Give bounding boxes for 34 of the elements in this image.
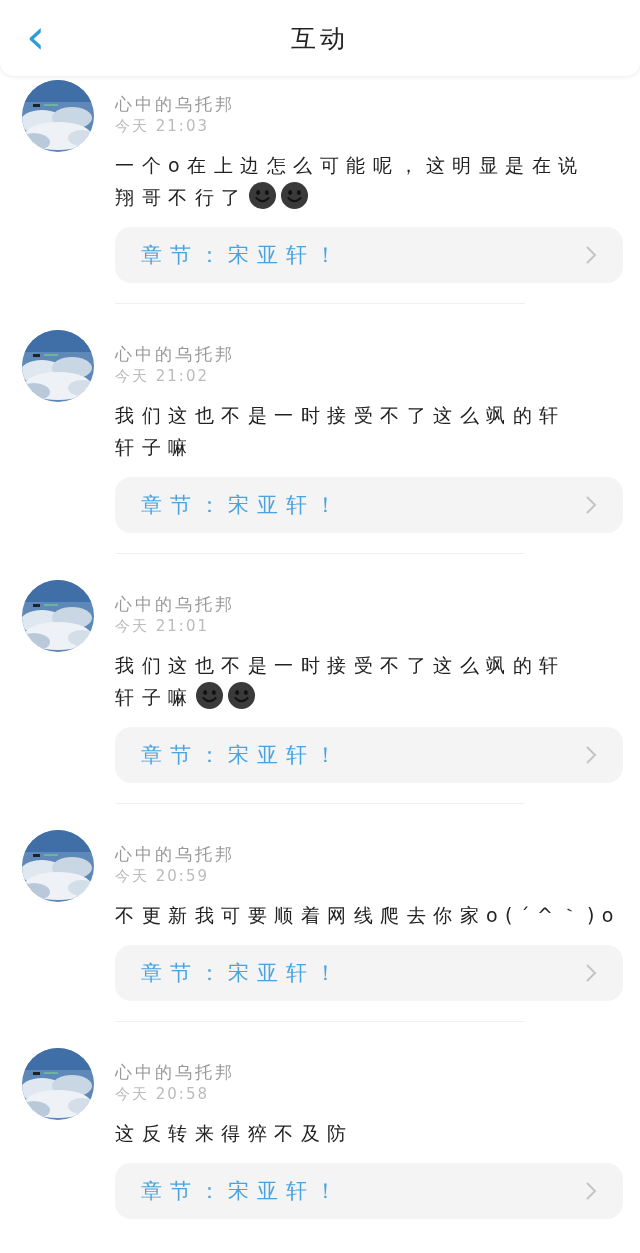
smiley-icon (226, 681, 256, 710)
chevron-right-icon (585, 495, 597, 515)
chapter-link[interactable]: 章节：宋亚轩！ (115, 1163, 623, 1219)
comment-time: 今天 20:59 (115, 866, 210, 887)
chevron-right-icon (585, 1181, 597, 1201)
comment-time: 今天 21:01 (115, 616, 210, 637)
chapter-link[interactable]: 章节：宋亚轩！ (115, 727, 623, 783)
comment-text: 这反转来得猝不及防 (115, 1122, 354, 1144)
comment-text: 我们这也不是一时接受不了这么飒的轩 (115, 654, 566, 676)
chapter-link[interactable]: 章节：宋亚轩！ (115, 477, 623, 533)
user-name[interactable]: 心中的乌托邦 (115, 93, 623, 115)
comment-time: 今天 21:03 (115, 116, 210, 137)
chapter-link[interactable]: 章节：宋亚轩！ (115, 945, 623, 1001)
back-button[interactable]: ‹ (20, 14, 52, 58)
comment-text: 翔哥不行了 (115, 186, 248, 208)
user-name[interactable]: 心中的乌托邦 (115, 843, 623, 865)
user-name[interactable]: 心中的乌托邦 (115, 593, 623, 615)
smiley-icon (247, 181, 277, 210)
comment-time: 今天 21:02 (115, 366, 210, 387)
comment-text: 我们这也不是一时接受不了这么飒的轩 (115, 404, 566, 426)
comment-text: 一个o在上边怎么可能呢，这明显是在说 (115, 154, 585, 176)
user-name[interactable]: 心中的乌托邦 (115, 343, 623, 365)
user-name[interactable]: 心中的乌托邦 (115, 1061, 623, 1083)
chevron-right-icon (585, 245, 597, 265)
comment-time: 今天 20:58 (115, 1084, 210, 1105)
page-title: 互动 (291, 22, 349, 55)
smiley-icon (279, 181, 309, 210)
smiley-icon (194, 681, 224, 710)
chapter-link[interactable]: 章节：宋亚轩！ (115, 227, 623, 283)
chevron-right-icon (585, 963, 597, 983)
comment-text: 轩子嘛 (115, 686, 195, 708)
comment-text: 轩子嘛 (115, 436, 195, 458)
chevron-right-icon (585, 745, 597, 765)
comment-text: 不更新我可要顺着网线爬去你家o(´^｀)o (115, 904, 621, 926)
